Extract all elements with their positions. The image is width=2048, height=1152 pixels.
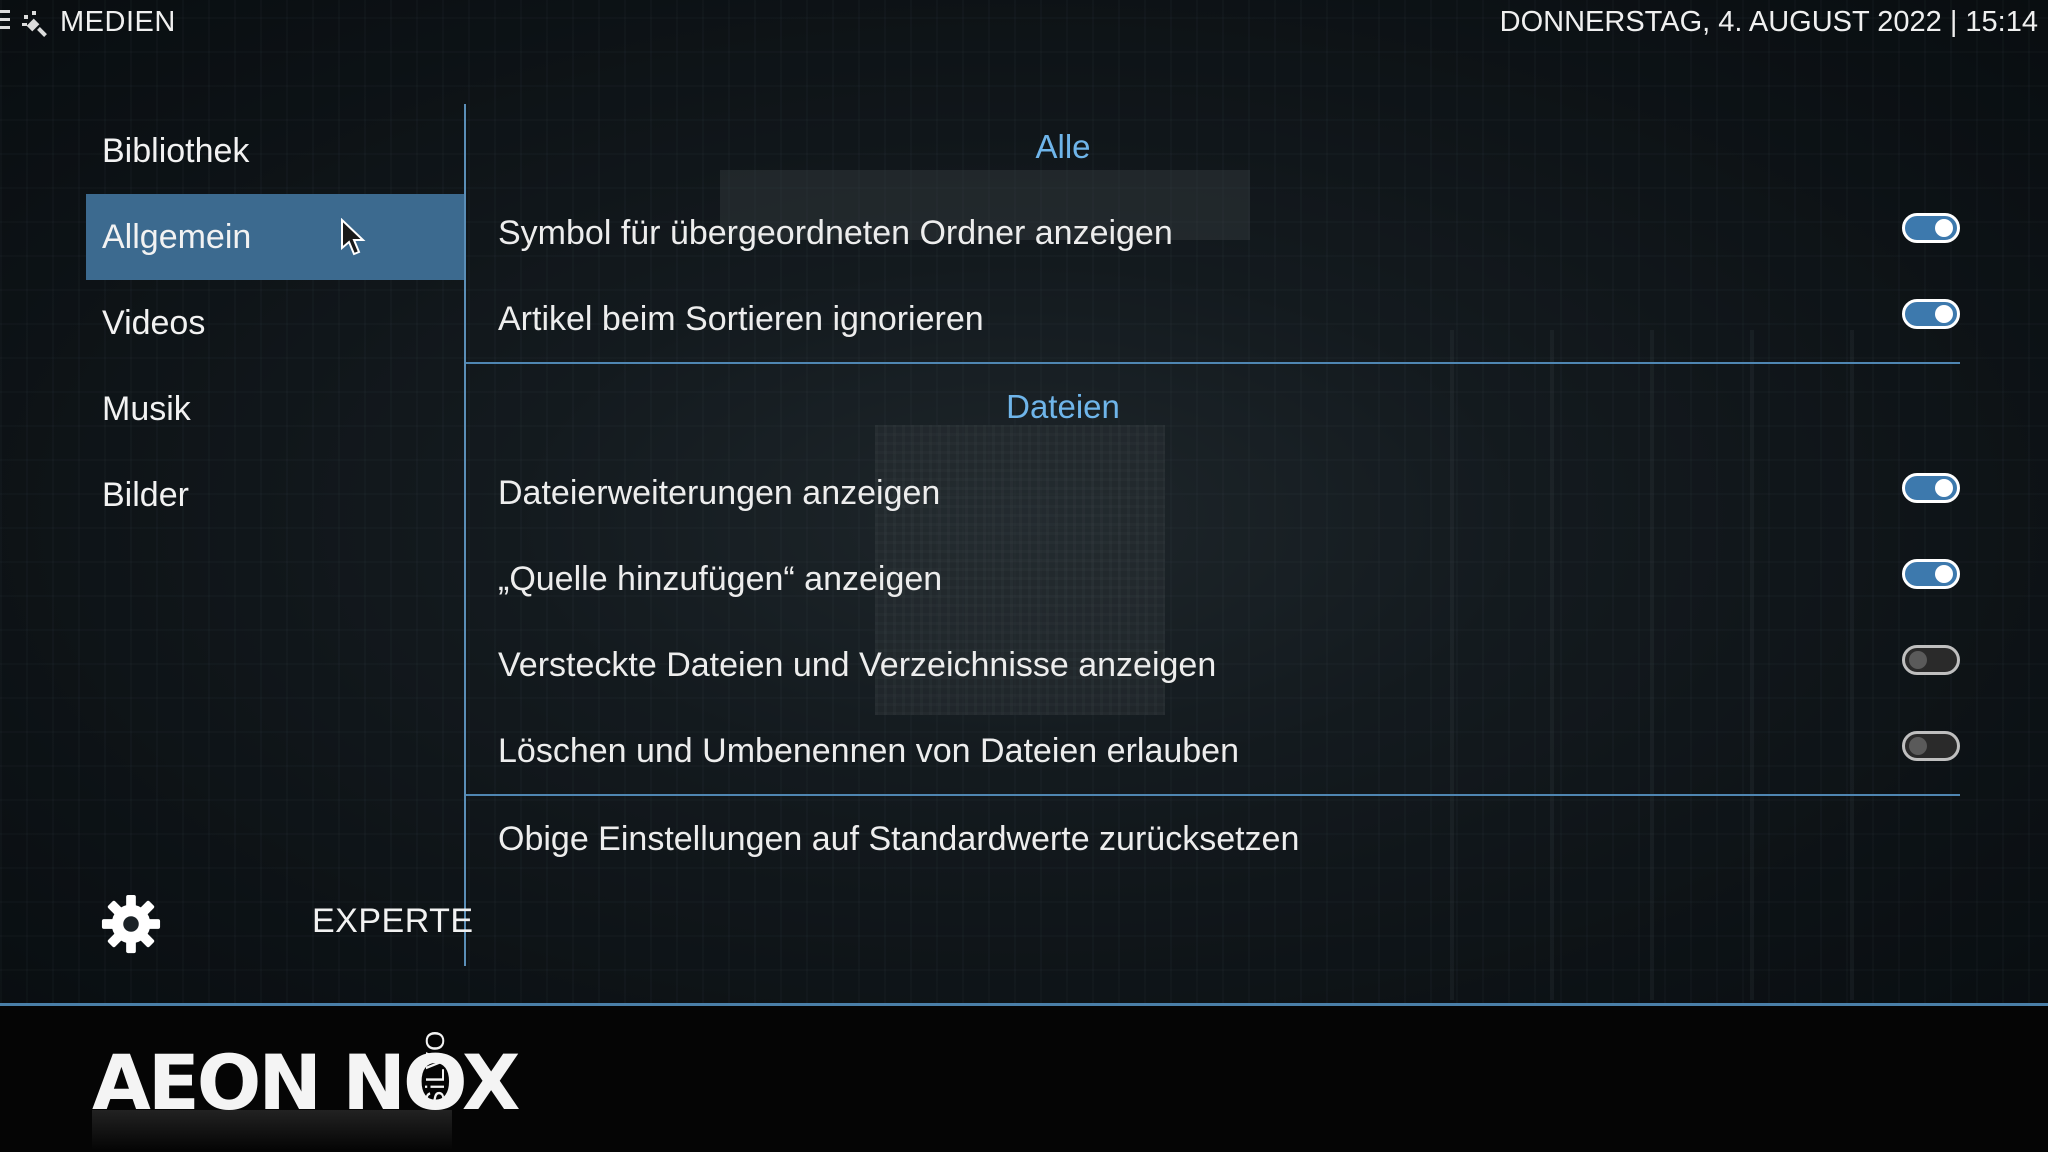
footer-divider	[0, 1003, 2048, 1006]
settings-list: Alle Symbol für übergeordneten Ordner an…	[466, 104, 1960, 882]
category-allgemein[interactable]: Allgemein	[86, 194, 466, 280]
category-videos[interactable]: Videos	[86, 280, 466, 366]
category-bilder[interactable]: Bilder	[86, 452, 466, 538]
top-bar: MEDIEN DONNERSTAG, 4. AUGUST 2022 | 15:1…	[0, 0, 2048, 48]
setting-row-file-extensions[interactable]: Dateierweiterungen anzeigen	[466, 450, 1960, 536]
toggle-switch[interactable]	[1902, 299, 1960, 329]
datetime: DONNERSTAG, 4. AUGUST 2022 | 15:14	[1499, 6, 2038, 38]
menu-icon[interactable]	[0, 10, 10, 32]
reset-defaults-button[interactable]: Obige Einstellungen auf Standardwerte zu…	[466, 796, 1960, 882]
setting-label: Artikel beim Sortieren ignorieren	[498, 300, 984, 338]
setting-label: „Quelle hinzufügen“ anzeigen	[498, 560, 943, 598]
skin-logo-sub: SiLVO	[420, 1029, 450, 1108]
toggle-switch[interactable]	[1902, 731, 1960, 761]
toggle-switch[interactable]	[1902, 473, 1960, 503]
group-header-alle: Alle	[1035, 128, 1091, 165]
setting-row-parent-folder[interactable]: Symbol für übergeordneten Ordner anzeige…	[466, 190, 1960, 276]
gear-icon[interactable]	[100, 893, 162, 955]
settings-level-button[interactable]: EXPERTE	[312, 902, 474, 941]
logo-reflection	[92, 1110, 452, 1150]
section-title: MEDIEN	[60, 6, 176, 38]
setting-row-ignore-articles[interactable]: Artikel beim Sortieren ignorieren	[466, 276, 1960, 362]
setting-label: Versteckte Dateien und Verzeichnisse anz…	[498, 646, 1217, 684]
category-musik[interactable]: Musik	[86, 366, 466, 452]
category-list: Bibliothek Allgemein Videos Musik Bilder	[86, 108, 466, 538]
toggle-switch[interactable]	[1902, 213, 1960, 243]
mouse-pointer-icon	[341, 218, 366, 256]
setting-label: Löschen und Umbenennen von Dateien erlau…	[498, 732, 1239, 770]
setting-label: Symbol für übergeordneten Ordner anzeige…	[498, 214, 1173, 252]
toggle-switch[interactable]	[1902, 559, 1960, 589]
setting-row-add-source[interactable]: „Quelle hinzufügen“ anzeigen	[466, 536, 1960, 622]
setting-label: Dateierweiterungen anzeigen	[498, 474, 941, 512]
toggle-switch[interactable]	[1902, 645, 1960, 675]
setting-row-hidden-files[interactable]: Versteckte Dateien und Verzeichnisse anz…	[466, 622, 1960, 708]
plug-icon	[22, 11, 47, 37]
setting-row-delete-rename[interactable]: Löschen und Umbenennen von Dateien erlau…	[466, 708, 1960, 794]
group-header-dateien: Dateien	[1006, 388, 1120, 425]
category-bibliothek[interactable]: Bibliothek	[86, 108, 466, 194]
reset-label: Obige Einstellungen auf Standardwerte zu…	[498, 820, 1300, 858]
